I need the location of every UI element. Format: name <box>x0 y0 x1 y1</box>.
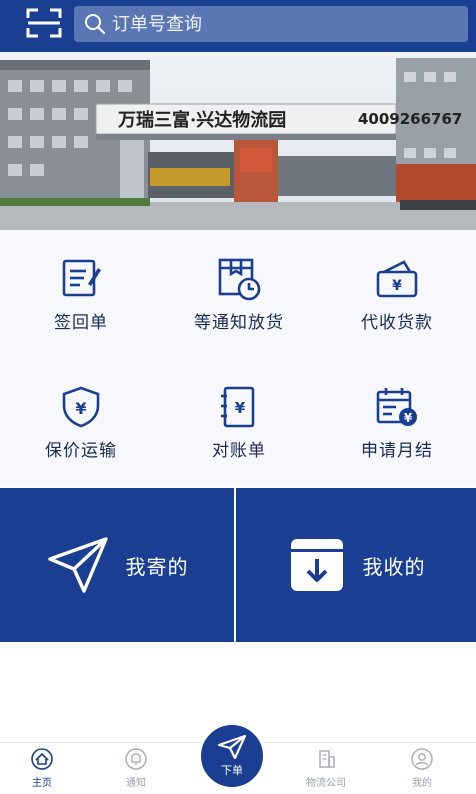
order-search-input[interactable] <box>112 13 432 35</box>
service-label: 签回单 <box>54 313 108 333</box>
received-by-me-button[interactable]: 我收的 <box>236 488 476 642</box>
tab-logistics-company[interactable]: 物流公司 <box>286 747 366 793</box>
tab-label: 物流公司 <box>306 778 346 789</box>
tab-mine[interactable]: 我的 <box>382 747 462 793</box>
gate-phone-text: 4009266767 <box>358 110 462 128</box>
gate-sign-text: 万瑞三富·兴达物流园 <box>117 109 286 131</box>
service-cod[interactable]: ¥ 代收货款 <box>318 230 476 350</box>
paper-plane-icon <box>217 734 247 760</box>
tab-label: 通知 <box>126 778 146 789</box>
yuan-shield-icon: ¥ <box>62 386 100 428</box>
logistics-park-photo: 万瑞三富·兴达物流园 4009266767 <box>0 52 476 230</box>
tab-home[interactable]: 主页 <box>2 747 82 793</box>
scan-icon <box>26 8 62 38</box>
place-order-button[interactable]: 下单 <box>198 722 266 790</box>
tab-notice[interactable]: 通知 <box>96 747 176 793</box>
service-label: 对账单 <box>212 441 266 461</box>
service-monthly-settlement[interactable]: ¥ 申请月结 <box>318 358 476 478</box>
sent-by-me-label: 我寄的 <box>125 554 189 579</box>
service-label: 代收货款 <box>361 313 433 333</box>
company-building-icon <box>319 750 335 768</box>
svg-text:¥: ¥ <box>235 399 246 417</box>
tab-label: 主页 <box>32 778 52 789</box>
bell-icon <box>125 748 147 770</box>
service-label: 申请月结 <box>361 441 433 461</box>
package-clock-icon <box>218 258 261 301</box>
service-label: 保价运输 <box>45 441 117 461</box>
yuan-notebook-icon: ¥ <box>221 386 255 428</box>
sent-by-me-button[interactable]: 我寄的 <box>0 488 234 642</box>
service-statement[interactable]: ¥ 对账单 <box>160 358 318 478</box>
service-label: 等通知放货 <box>194 313 284 333</box>
inbox-box-icon <box>290 539 343 591</box>
sign-document-icon <box>62 259 101 297</box>
paper-plane-icon <box>47 537 108 593</box>
service-grid: 签回单 等通知放货 ¥ 代收货款 ¥ 保价运输 ¥ 对账单 ¥ 申请月结 <box>0 230 476 486</box>
service-insured-shipping[interactable]: ¥ 保价运输 <box>2 358 160 478</box>
service-sign-receipt[interactable]: 签回单 <box>2 230 160 350</box>
service-wait-release[interactable]: 等通知放货 <box>160 230 318 350</box>
svg-text:¥: ¥ <box>404 411 413 425</box>
order-search-box[interactable] <box>74 6 468 42</box>
home-icon <box>31 748 53 770</box>
svg-text:¥: ¥ <box>75 399 86 418</box>
calendar-yuan-icon: ¥ <box>376 388 417 426</box>
received-by-me-label: 我收的 <box>362 554 426 579</box>
tab-label: 我的 <box>412 778 432 789</box>
top-header <box>0 0 476 52</box>
search-icon <box>85 14 106 35</box>
scan-button[interactable] <box>22 4 66 42</box>
user-icon <box>411 748 433 770</box>
banner-image: 万瑞三富·兴达物流园 4009266767 <box>0 52 476 230</box>
yuan-wallet-icon: ¥ <box>376 260 418 298</box>
svg-text:¥: ¥ <box>392 278 402 294</box>
place-order-label: 下单 <box>221 764 243 777</box>
